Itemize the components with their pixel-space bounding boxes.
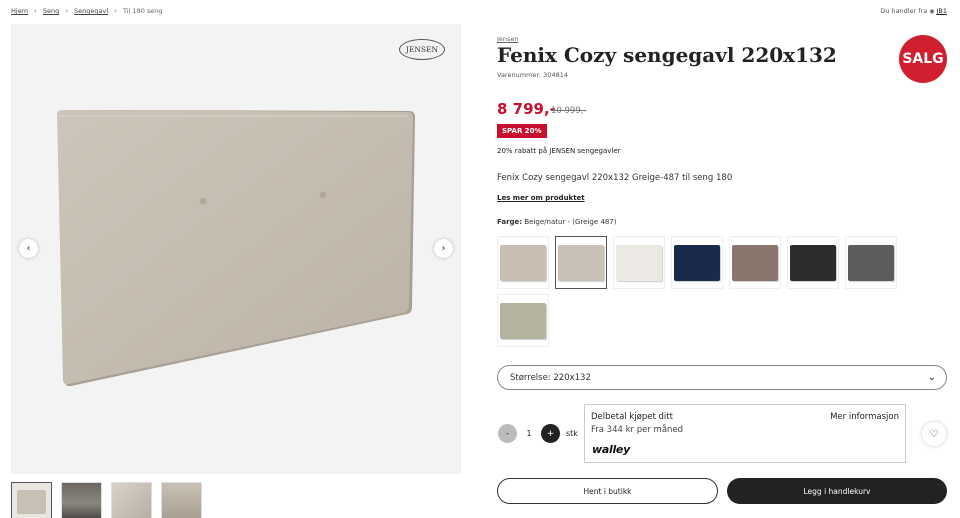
jensen-logo: JENSEN bbox=[399, 39, 445, 60]
pickup-in-store-button[interactable]: Hent i butikk bbox=[497, 478, 718, 504]
color-swatch[interactable] bbox=[845, 236, 897, 289]
thumbnail-3[interactable] bbox=[111, 482, 152, 518]
color-selection-label: Farge: Beige/natur - (Greige 487) bbox=[497, 218, 616, 226]
swatch-image bbox=[848, 244, 894, 281]
product-title: Fenix Cozy sengegavl 220x132 bbox=[497, 43, 837, 67]
sale-badge: SALG bbox=[899, 35, 947, 83]
thumbnail-image bbox=[17, 490, 46, 514]
color-swatch[interactable] bbox=[671, 236, 723, 289]
thumbnail-4[interactable] bbox=[161, 482, 202, 518]
read-more-link[interactable]: Les mer om produktet bbox=[497, 194, 585, 202]
store-prefix: Du handler fra bbox=[880, 7, 928, 15]
swatch-image bbox=[616, 244, 662, 281]
financing-more-info-link[interactable]: Mer informasjon bbox=[830, 412, 899, 422]
swatch-image bbox=[674, 244, 720, 281]
store-selector: Du handler fra ◉ JB1 bbox=[880, 7, 947, 15]
chevron-down-icon: ⌄ bbox=[927, 372, 936, 383]
financing-box: Delbetal kjøpet ditt Fra 344 kr per måne… bbox=[584, 404, 906, 463]
swatch-image bbox=[732, 244, 778, 281]
size-select-label: Størrelse: 220x132 bbox=[510, 372, 591, 383]
breadcrumb-separator-icon: › bbox=[114, 7, 117, 15]
favorite-button[interactable]: ♡ bbox=[922, 422, 946, 446]
gallery-prev-button[interactable]: ‹ bbox=[19, 239, 38, 258]
brand-link[interactable]: Jensen bbox=[497, 35, 519, 43]
product-sku: Varenummer: 304814 bbox=[497, 71, 568, 79]
breadcrumb-sengegavl[interactable]: Sengegavl bbox=[74, 7, 108, 15]
chevron-left-icon: ‹ bbox=[26, 243, 31, 254]
quantity-value[interactable]: 1 bbox=[522, 429, 536, 438]
size-select[interactable]: Størrelse: 220x132 ⌄ bbox=[497, 365, 947, 390]
color-swatch[interactable] bbox=[787, 236, 839, 289]
color-swatches bbox=[497, 236, 917, 352]
quantity-unit: stk bbox=[566, 429, 578, 438]
heart-icon: ♡ bbox=[929, 428, 939, 440]
gallery-next-button[interactable]: › bbox=[434, 239, 453, 258]
swatch-image bbox=[790, 244, 836, 281]
color-swatch[interactable] bbox=[729, 236, 781, 289]
swatch-image bbox=[500, 244, 546, 281]
location-pin-icon: ◉ bbox=[929, 7, 935, 15]
thumbnail-strip bbox=[11, 482, 202, 518]
breadcrumb-current: Til 180 seng bbox=[122, 7, 163, 15]
walley-logo: walley bbox=[592, 443, 630, 456]
discount-badge: SPAR 20% bbox=[497, 124, 547, 138]
color-value: Beige/natur - (Greige 487) bbox=[524, 218, 617, 226]
breadcrumb: Hjem › Seng › Sengegavl › Til 180 seng bbox=[11, 7, 163, 15]
thumbnail-2[interactable] bbox=[61, 482, 102, 518]
product-description: Fenix Cozy sengegavl 220x132 Greige-487 … bbox=[497, 173, 733, 183]
swatch-image bbox=[500, 302, 546, 339]
color-swatch[interactable] bbox=[555, 236, 607, 289]
quantity-decrease-button[interactable]: - bbox=[498, 424, 517, 443]
breadcrumb-seng[interactable]: Seng bbox=[43, 7, 59, 15]
color-swatch[interactable] bbox=[497, 236, 549, 289]
chevron-right-icon: › bbox=[441, 243, 446, 254]
breadcrumb-home[interactable]: Hjem bbox=[11, 7, 28, 15]
quantity-stepper: - 1 + stk bbox=[498, 424, 578, 443]
add-to-cart-button[interactable]: Legg i handlekurv bbox=[727, 478, 947, 504]
headboard-image bbox=[57, 110, 416, 387]
color-swatch[interactable] bbox=[497, 294, 549, 347]
product-image-gallery: JENSEN ‹ › bbox=[11, 24, 461, 474]
quantity-increase-button[interactable]: + bbox=[541, 424, 560, 443]
promo-text: 20% rabatt på JENSEN sengegavler bbox=[497, 147, 621, 155]
store-link[interactable]: JB1 bbox=[936, 7, 947, 15]
swatch-image bbox=[558, 244, 604, 281]
color-label: Farge: bbox=[497, 218, 523, 226]
financing-subtitle: Fra 344 kr per måned bbox=[591, 425, 684, 435]
breadcrumb-separator-icon: › bbox=[34, 7, 37, 15]
thumbnail-1[interactable] bbox=[11, 482, 52, 518]
original-price: 10 999,- bbox=[551, 106, 587, 116]
color-swatch[interactable] bbox=[613, 236, 665, 289]
current-price: 8 799,- bbox=[497, 100, 556, 118]
breadcrumb-separator-icon: › bbox=[65, 7, 69, 15]
